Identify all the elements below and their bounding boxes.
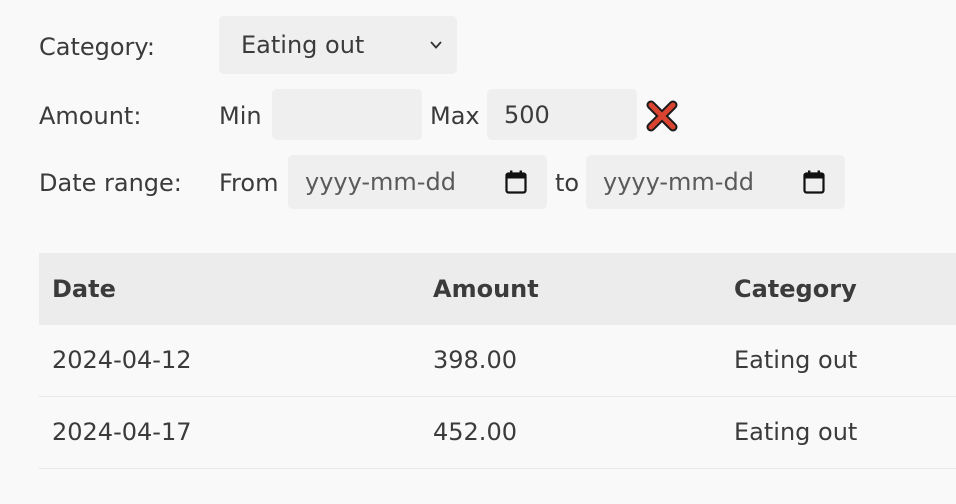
column-header-date[interactable]: Date <box>52 253 116 325</box>
category-label: Category: <box>39 33 155 61</box>
amount-max-label: Max <box>430 102 480 130</box>
amount-max-value: 500 <box>504 100 550 129</box>
cell-amount: 398.00 <box>433 346 517 374</box>
table-header: Date Amount Category <box>39 253 956 325</box>
expenses-table: Date Amount Category 2024-04-12 398.00 E… <box>39 253 956 469</box>
date-range-label: Date range: <box>39 169 182 197</box>
cell-amount: 452.00 <box>433 418 517 446</box>
date-from-placeholder: yyyy-mm-dd <box>305 168 456 196</box>
category-selected-value: Eating out <box>241 31 365 59</box>
calendar-icon[interactable] <box>505 170 527 194</box>
close-icon[interactable] <box>645 99 679 133</box>
date-to-input[interactable]: yyyy-mm-dd <box>586 155 845 209</box>
amount-max-input[interactable]: 500 <box>487 89 637 140</box>
column-header-category[interactable]: Category <box>734 253 857 325</box>
table-row: 2024-04-12 398.00 Eating out <box>39 325 956 397</box>
date-from-input[interactable]: yyyy-mm-dd <box>288 155 547 209</box>
amount-min-input[interactable] <box>272 89 422 140</box>
cell-date: 2024-04-17 <box>52 418 192 446</box>
calendar-icon[interactable] <box>803 170 825 194</box>
amount-min-label: Min <box>219 102 262 130</box>
date-to-label: to <box>555 169 580 197</box>
category-select[interactable]: Eating out <box>219 16 457 74</box>
date-to-placeholder: yyyy-mm-dd <box>603 168 754 196</box>
table-row: 2024-04-17 452.00 Eating out <box>39 397 956 469</box>
column-header-amount[interactable]: Amount <box>433 253 539 325</box>
date-from-label: From <box>219 169 279 197</box>
expense-filter-page: Category: Eating out Amount: Min Max 500… <box>0 0 956 504</box>
cell-category: Eating out <box>734 418 858 446</box>
chevron-down-icon <box>430 41 442 49</box>
cell-date: 2024-04-12 <box>52 346 192 374</box>
amount-label: Amount: <box>39 102 142 130</box>
cell-category: Eating out <box>734 346 858 374</box>
